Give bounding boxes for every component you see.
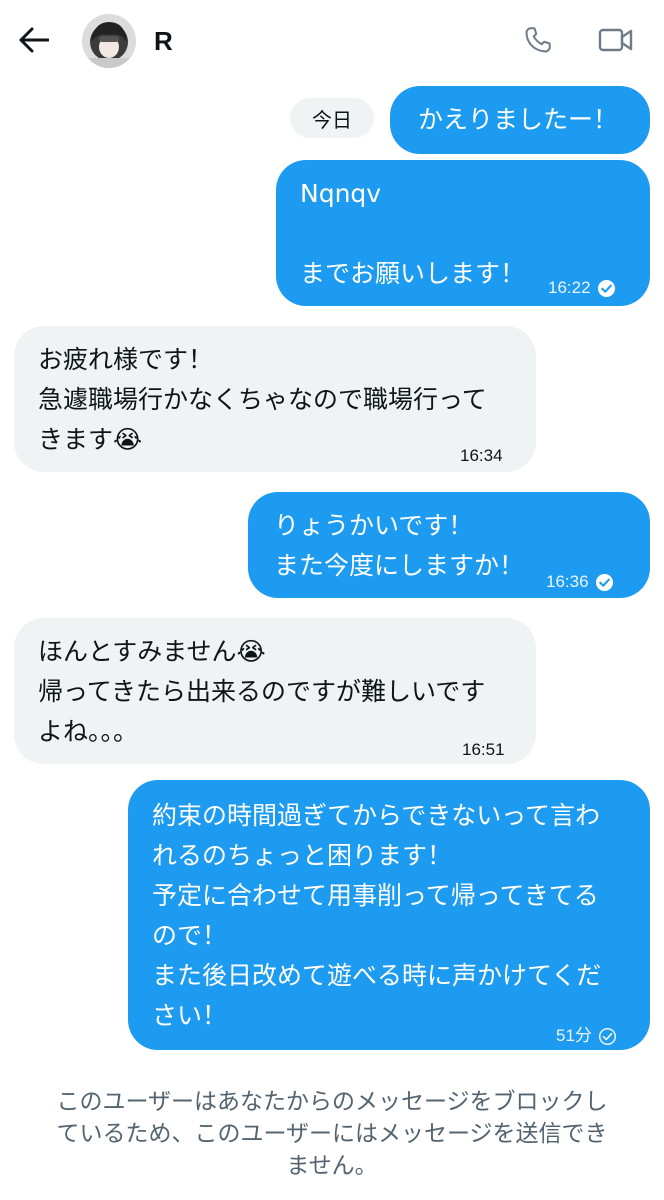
read-check-icon <box>597 279 615 297</box>
message-bubble-outgoing[interactable]: かえりましたー！ <box>390 86 650 154</box>
message-time: 51分 <box>556 1026 592 1045</box>
conversation-header: R <box>0 0 664 84</box>
sent-check-icon <box>598 1027 616 1045</box>
message-bubble-incoming[interactable]: ほんとすみません😭 帰ってきたら出来るのですが難しいです よね。。。 16:51 <box>14 618 536 764</box>
message-text: お疲れ様です！ 急遽職場行かなくちゃなので職場行って きます😭 <box>38 345 487 454</box>
back-button[interactable] <box>14 22 54 58</box>
message-text: 約束の時間過ぎてからできないって言わ れるのちょっと困ります！ 予定に合わせて用… <box>152 801 602 1030</box>
message-text: りょうかいです！ また今度にしますか！ <box>274 511 525 580</box>
date-chip: 今日 <box>290 98 374 138</box>
message-bubble-outgoing[interactable]: Nqnqv までお願いします！ 16:22 <box>276 160 650 306</box>
user-name[interactable]: R <box>154 26 173 57</box>
message-time: 16:34 <box>460 446 503 465</box>
blocked-notice: このユーザーはあなたからのメッセージをブロックし ているため、このユーザーにはメ… <box>56 1089 608 1179</box>
message-bubble-outgoing[interactable]: 約束の時間過ぎてからできないって言わ れるのちょっと困ります！ 予定に合わせて用… <box>128 780 650 1050</box>
avatar[interactable] <box>82 14 136 68</box>
read-check-icon <box>595 573 613 591</box>
message-time: 16:36 <box>546 572 589 591</box>
video-call-button[interactable] <box>596 22 636 58</box>
phone-icon <box>525 27 551 53</box>
message-meta: 16:22 <box>548 268 616 308</box>
message-time: 16:22 <box>548 278 591 297</box>
message-text: ほんとすみません😭 帰ってきたら出来るのですが難しいです よね。。。 <box>38 637 486 746</box>
message-text: Nqnqv までお願いします！ <box>300 179 526 288</box>
avatar-image <box>82 14 136 68</box>
video-camera-icon <box>598 28 633 52</box>
arrow-left-icon <box>19 27 49 53</box>
message-time: 16:51 <box>462 740 505 759</box>
message-bubble-incoming[interactable]: お疲れ様です！ 急遽職場行かなくちゃなので職場行って きます😭 16:34 <box>14 326 536 472</box>
message-meta: 51分 <box>556 1016 617 1056</box>
message-meta: 16:51 <box>462 730 505 770</box>
message-meta: 16:34 <box>460 436 503 476</box>
message-meta: 16:36 <box>546 562 614 602</box>
message-text: かえりましたー！ <box>418 105 619 134</box>
message-bubble-outgoing[interactable]: りょうかいです！ また今度にしますか！ 16:36 <box>248 492 650 598</box>
voice-call-button[interactable] <box>518 22 558 58</box>
